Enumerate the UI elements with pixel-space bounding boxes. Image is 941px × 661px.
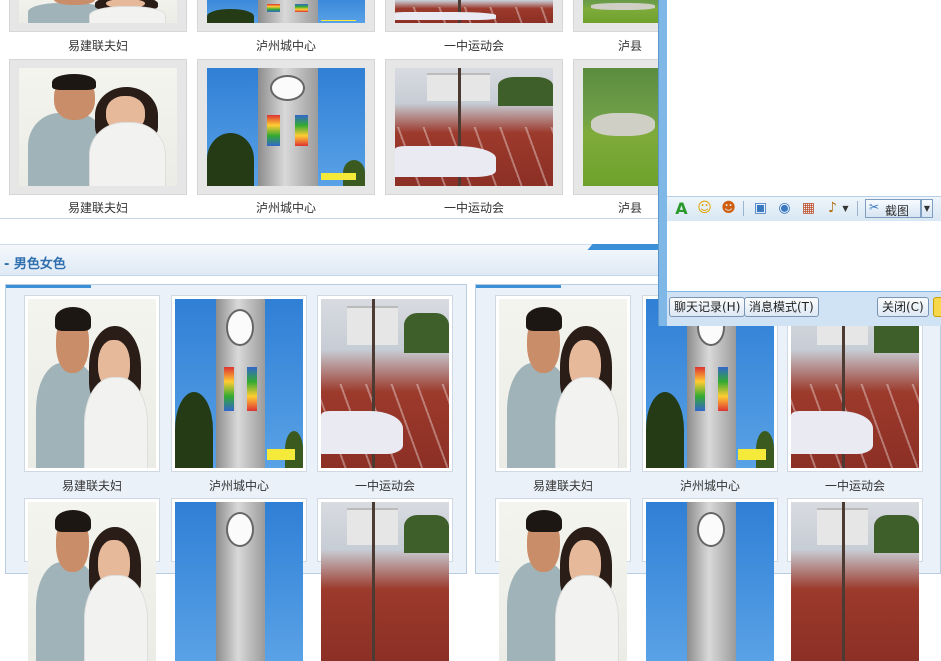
album-thumb-tower[interactable] [171,295,307,472]
gallery-thumb-track[interactable] [385,0,563,32]
caption-track[interactable]: 一中运动会 [317,477,453,494]
gallery-thumb-tower[interactable] [197,0,375,32]
caption-track[interactable]: 一中运动会 [385,37,563,54]
album-thumb-couple[interactable] [24,295,160,472]
caption-couple[interactable]: 易建联夫妇 [495,477,631,494]
photo-couple [28,299,156,468]
caption-couple[interactable]: 易建联夫妇 [24,477,160,494]
screenshot-label: 截图 [885,204,910,218]
emoji-icon[interactable]: ☺ [696,200,713,217]
gallery-thumb-track[interactable] [385,59,563,195]
voice-icon[interactable]: ◉ [776,200,793,217]
screenshot-dropdown[interactable]: ▼ [921,199,933,218]
more-dropdown-icon[interactable]: ▼ [841,200,850,217]
section-header-accent [587,244,663,250]
photo-track [395,68,553,186]
album-thumb-track[interactable] [787,498,923,661]
divider [0,218,660,219]
screenshot-button[interactable]: ✂ 截图 [865,199,921,218]
photo-couple [19,68,177,186]
close-button[interactable]: 关闭(C) [877,297,929,317]
album-thumb-tower[interactable] [642,498,778,661]
chat-toolbar: A ☺ ☻ ▣ ◉ ▦ ♪ ▼ ✂ 截图 ▼ [667,196,941,222]
caption-tower[interactable]: 泸州城中心 [197,199,375,216]
album-thumb-couple[interactable] [495,295,631,472]
photo-track [395,0,553,23]
send-button[interactable] [933,297,941,317]
chat-message-area[interactable] [667,0,941,196]
photo-tower [175,502,303,661]
panel-tab-indicator [6,285,91,288]
caption-couple[interactable]: 易建联夫妇 [9,199,187,216]
caption-tower[interactable]: 泸州城中心 [197,37,375,54]
caption-tower[interactable]: 泸州城中心 [642,477,778,494]
message-mode-button[interactable]: 消息模式(T) [744,297,819,317]
photo-track [321,299,449,468]
caption-tower[interactable]: 泸州城中心 [171,477,307,494]
gallery-thumb-tower[interactable] [197,59,375,195]
photo-track [321,502,449,661]
album-thumb-track[interactable] [317,295,453,472]
toolbar-separator [743,201,744,216]
album-thumb-couple[interactable] [495,498,631,661]
music-icon[interactable]: ♪ [824,200,841,217]
gallery-thumb-couple[interactable] [9,59,187,195]
photo-tower [175,299,303,468]
section-title[interactable]: - 男色女色 [4,253,66,272]
photo-couple [499,299,627,468]
photo-couple [499,502,627,661]
gallery-thumb-couple[interactable] [9,0,187,32]
photo-couple [19,0,177,23]
panel-tab-indicator [476,285,561,288]
album-thumb-track[interactable] [317,498,453,661]
caption-track[interactable]: 一中运动会 [385,199,563,216]
caption-lake[interactable]: 泸县 [618,199,658,216]
photo-tower [207,0,365,23]
caption-couple[interactable]: 易建联夫妇 [9,37,187,54]
chat-history-button[interactable]: 聊天记录(H) [669,297,746,317]
photo-lake [583,68,663,186]
section-header-bar [0,244,660,276]
emoji-magic-icon[interactable]: ☻ [720,200,737,217]
photo-track [791,502,919,661]
photo-tower [646,502,774,661]
scissors-icon: ✂ [869,200,880,214]
chat-window: A ☺ ☻ ▣ ◉ ▦ ♪ ▼ ✂ 截图 ▼ 聊天记录(H) 消息模式(T) 关… [658,0,941,326]
gift-icon[interactable]: ▦ [800,200,817,217]
caption-track[interactable]: 一中运动会 [787,477,923,494]
chat-button-bar: 聊天记录(H) 消息模式(T) 关闭(C) [667,292,941,326]
photo-couple [28,502,156,661]
photo-tower [207,68,365,186]
photo-lake [583,0,663,23]
album-thumb-couple[interactable] [24,498,160,661]
album-thumb-tower[interactable] [171,498,307,661]
font-icon[interactable]: A [673,200,690,217]
toolbar-separator [857,201,858,216]
send-image-icon[interactable]: ▣ [752,200,769,217]
chat-input-area[interactable] [667,221,941,291]
caption-lake[interactable]: 泸县 [618,37,658,54]
